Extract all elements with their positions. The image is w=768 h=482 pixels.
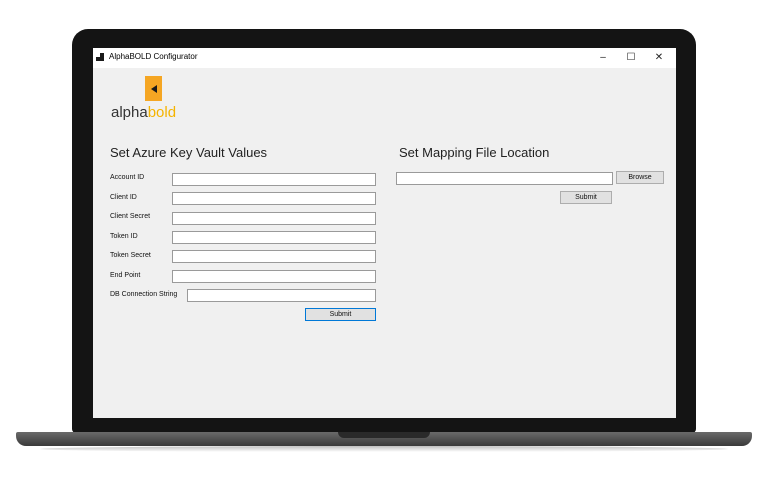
maximize-icon[interactable]: ☐ (617, 48, 645, 68)
client-secret-label: Client Secret (110, 213, 151, 220)
minimize-icon[interactable]: – (589, 48, 617, 68)
title-bar: AlphaBOLD Configurator – ☐ ✕ (93, 48, 676, 68)
alphabold-logo-text: alphabold (111, 104, 176, 121)
client-id-input[interactable] (172, 192, 376, 205)
client-secret-input[interactable] (172, 212, 376, 225)
db-connection-string-label: DB Connection String (110, 291, 178, 298)
db-connection-string-input[interactable] (187, 289, 376, 302)
app-window: AlphaBOLD Configurator – ☐ ✕ alphabold S… (93, 48, 676, 418)
laptop-shadow (40, 446, 728, 452)
azure-submit-button[interactable]: Submit (305, 308, 376, 321)
token-id-input[interactable] (172, 231, 376, 244)
token-id-label: Token ID (110, 233, 138, 240)
logo-text-bold: bold (147, 104, 177, 121)
close-icon[interactable]: ✕ (645, 48, 673, 68)
token-secret-input[interactable] (172, 250, 376, 263)
mapping-section-title: Set Mapping File Location (399, 145, 550, 160)
end-point-label: End Point (110, 272, 141, 279)
alphabold-logo-icon (145, 76, 162, 101)
mapping-file-path-input[interactable] (396, 172, 613, 185)
logo-text-alpha: alpha (111, 104, 148, 121)
app-icon (96, 53, 105, 62)
browse-button[interactable]: Browse (616, 171, 664, 184)
laptop-notch (338, 432, 430, 438)
azure-section-title: Set Azure Key Vault Values (110, 145, 268, 160)
account-id-label: Account ID (110, 174, 145, 181)
account-id-input[interactable] (172, 173, 376, 186)
end-point-input[interactable] (172, 270, 376, 283)
window-title: AlphaBOLD Configurator (109, 52, 198, 61)
client-id-label: Client ID (110, 194, 137, 201)
mapping-submit-button[interactable]: Submit (560, 191, 612, 204)
token-secret-label: Token Secret (110, 252, 151, 259)
